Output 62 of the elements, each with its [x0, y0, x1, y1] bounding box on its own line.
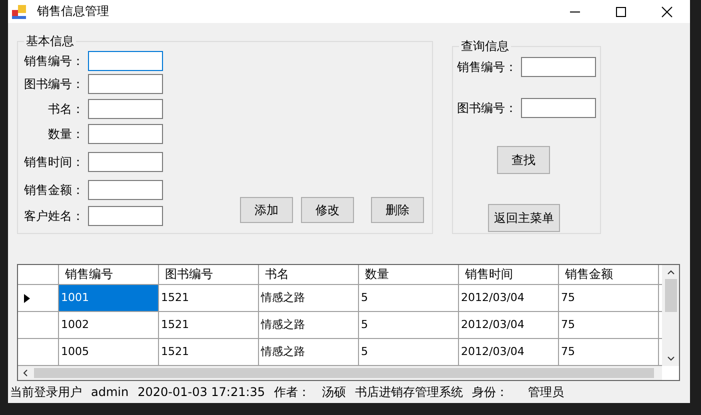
table-cell: 2012/03/04: [459, 285, 559, 312]
maximize-icon[interactable]: [615, 6, 627, 18]
field-label: 图书编号：: [23, 76, 84, 92]
status-text: 当前登录用户: [10, 384, 82, 400]
input-field[interactable]: [88, 124, 163, 144]
field-label: 数量：: [47, 126, 84, 142]
field-label: 销售编号：: [23, 52, 84, 70]
window-title: 销售信息管理: [37, 3, 109, 20]
status-text: 管理员: [528, 384, 564, 400]
table-cell: 1521: [159, 312, 259, 339]
table-cell: 1521: [159, 285, 259, 312]
field-label: 销售编号：: [456, 58, 517, 76]
action-button[interactable]: 添加: [240, 197, 293, 223]
status-text: 身份：: [472, 384, 508, 400]
input-field[interactable]: [521, 98, 596, 118]
search-button[interactable]: 查找: [497, 146, 550, 174]
scroll-thumb[interactable]: [34, 368, 654, 378]
table-cell: 情感之路: [259, 285, 359, 312]
table-cell: 75: [559, 312, 659, 339]
column-header[interactable]: 销售时间: [459, 265, 559, 285]
input-field[interactable]: [88, 74, 163, 94]
horizontal-scrollbar[interactable]: [18, 366, 662, 380]
column-header[interactable]: 数量: [359, 265, 459, 285]
current-row-icon: [24, 294, 30, 302]
field-label: 销售金额：: [23, 182, 84, 198]
vertical-scrollbar[interactable]: [662, 265, 679, 366]
app-icon: [12, 4, 26, 18]
scroll-left-icon[interactable]: [22, 369, 28, 377]
field-label: 书名：: [47, 100, 84, 118]
action-button[interactable]: 删除: [371, 197, 424, 223]
group-title: 基本信息: [24, 33, 76, 49]
table-cell: 5: [359, 285, 459, 312]
input-field[interactable]: [88, 51, 163, 71]
back-button[interactable]: 返回主菜单: [488, 204, 560, 232]
scroll-up-icon[interactable]: [666, 269, 674, 275]
column-header[interactable]: 书名: [259, 265, 359, 285]
field-label: 客户姓名：: [23, 208, 84, 224]
column-header[interactable]: 图书编号: [159, 265, 259, 285]
status-text: 2020-01-03 17:21:35: [138, 385, 266, 399]
table-cell: 5: [359, 312, 459, 339]
scroll-down-icon[interactable]: [666, 356, 674, 362]
input-field[interactable]: [521, 57, 596, 77]
status-text: 书店进销存管理系统: [355, 384, 464, 400]
status-text: 作者：: [274, 384, 310, 400]
status-text: 汤硕: [322, 384, 346, 400]
table-cell: 情感之路: [259, 312, 359, 339]
input-field[interactable]: [88, 152, 163, 172]
table-cell: 2012/03/04: [459, 312, 559, 339]
group-title: 查询信息: [459, 38, 511, 54]
scroll-thumb[interactable]: [664, 279, 676, 312]
field-label: 图书编号：: [456, 100, 517, 116]
table-cell: 1001: [59, 285, 159, 312]
status-text: admin: [91, 385, 129, 399]
close-icon[interactable]: [661, 6, 673, 18]
action-button[interactable]: 修改: [301, 197, 354, 223]
field-label: 销售时间：: [23, 154, 84, 170]
input-field[interactable]: [88, 206, 163, 226]
column-header[interactable]: 销售金额: [559, 265, 659, 285]
table-cell: 75: [559, 285, 659, 312]
input-field[interactable]: [88, 99, 163, 119]
table-cell: 1002: [59, 312, 159, 339]
input-field[interactable]: [88, 180, 163, 200]
